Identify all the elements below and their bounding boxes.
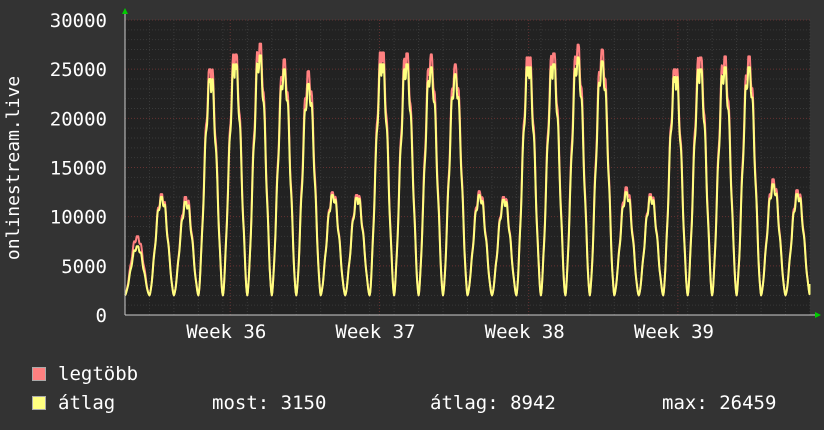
y-tick-label: 10000 — [50, 207, 107, 229]
x-tick-label: Week 38 — [485, 321, 565, 343]
legend-item-avg: átlag — [32, 392, 115, 414]
y-tick-label: 25000 — [50, 59, 107, 81]
y-axis-label: onlinestream.live — [3, 76, 24, 260]
x-tick-label: Week 39 — [634, 321, 714, 343]
y-tick-label: 5000 — [61, 256, 107, 278]
x-axis-arrow-icon — [815, 312, 821, 318]
x-tick-label: Week 36 — [186, 321, 266, 343]
legend-label-max: legtöbb — [58, 363, 139, 385]
legend-swatch-max — [32, 367, 46, 381]
y-tick-labels: 0 5000 10000 15000 20000 25000 30000 — [50, 10, 107, 327]
chart-panel: 0 5000 10000 15000 20000 25000 30000 Week 36 We… — [0, 0, 824, 430]
y-axis-arrow-icon — [122, 8, 128, 14]
y-tick-label: 15000 — [50, 158, 107, 180]
legend-item-max: legtöbb — [32, 363, 138, 385]
stat-maximum: max: 26459 — [662, 392, 777, 414]
y-tick-label: 0 — [96, 305, 107, 327]
y-tick-label: 20000 — [50, 108, 107, 130]
y-tick-label: 30000 — [50, 10, 107, 32]
stat-average: átlag: 8942 — [430, 392, 556, 414]
legend-label-avg: átlag — [58, 392, 116, 414]
stat-current: most: 3150 — [212, 392, 327, 414]
legend-swatch-avg — [32, 396, 46, 410]
x-tick-label: Week 37 — [335, 321, 415, 343]
x-tick-labels: Week 36 Week 37 Week 38 Week 39 — [186, 321, 714, 343]
